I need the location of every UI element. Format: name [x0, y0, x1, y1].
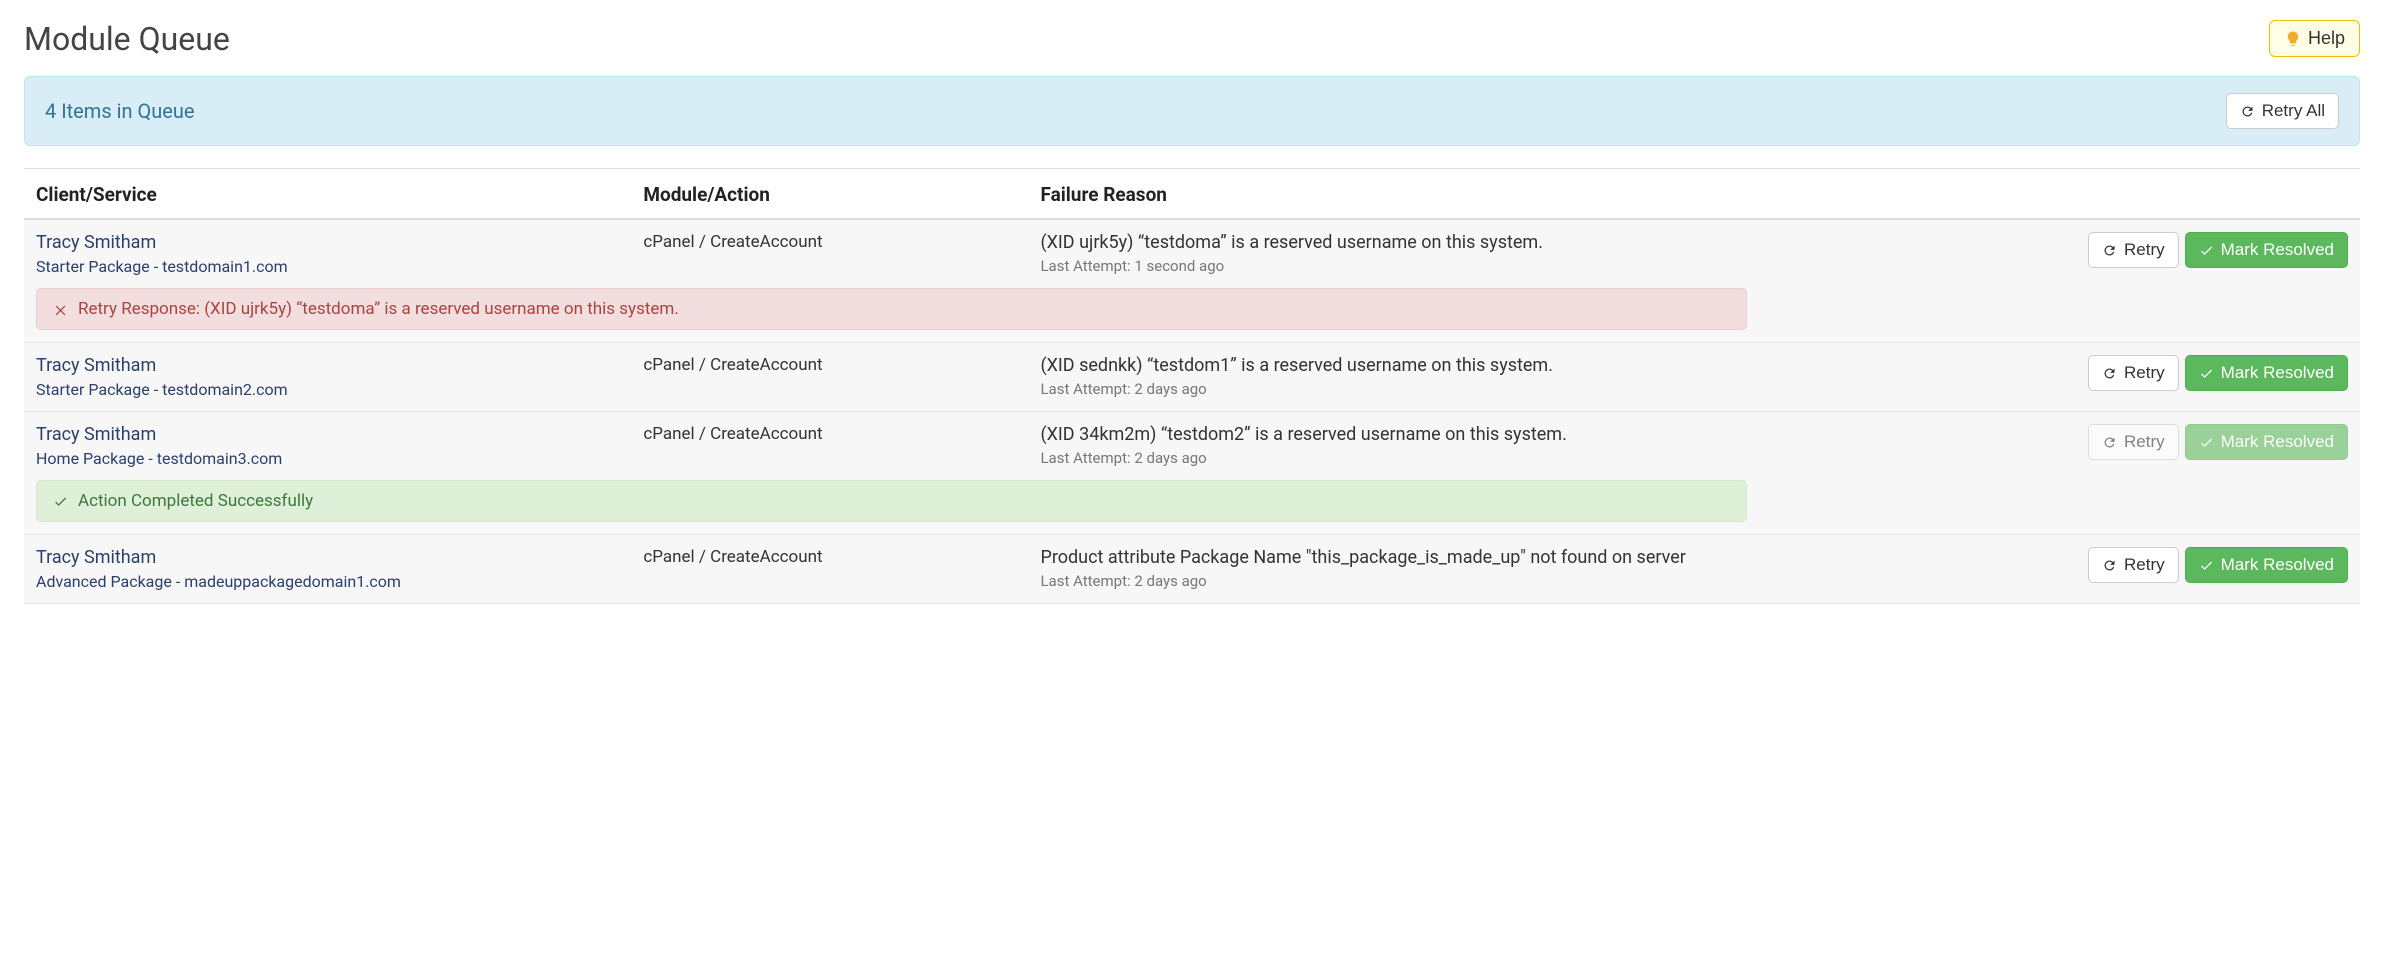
- refresh-icon: [2102, 435, 2117, 450]
- last-attempt: Last Attempt: 2 days ago: [1040, 572, 1927, 590]
- mark-resolved-button[interactable]: Mark Resolved: [2185, 232, 2348, 268]
- client-name-link[interactable]: Tracy Smitham: [36, 547, 619, 568]
- failure-reason: (XID ujrk5y) “testdoma” is a reserved us…: [1040, 232, 1927, 253]
- queue-summary-bar: 4 Items in Queue Retry All: [24, 76, 2360, 146]
- check-icon: [2199, 366, 2214, 381]
- mark-resolved-label: Mark Resolved: [2221, 363, 2334, 383]
- mark-resolved-button: Mark Resolved: [2185, 424, 2348, 460]
- mark-resolved-label: Mark Resolved: [2221, 555, 2334, 575]
- check-icon: [2199, 243, 2214, 258]
- last-attempt: Last Attempt: 2 days ago: [1040, 380, 1927, 398]
- refresh-icon: [2102, 558, 2117, 573]
- error-message: Retry Response: (XID ujrk5y) “testdoma” …: [36, 288, 1747, 330]
- client-name-link[interactable]: Tracy Smitham: [36, 355, 619, 376]
- retry-all-button[interactable]: Retry All: [2226, 93, 2339, 129]
- service-line[interactable]: Starter Package - testdomain1.com: [36, 257, 619, 276]
- message-row: Retry Response: (XID ujrk5y) “testdoma” …: [24, 288, 2360, 343]
- queue-count: 4 Items in Queue: [45, 99, 195, 123]
- check-icon: [2199, 558, 2214, 573]
- refresh-icon: [2102, 366, 2117, 381]
- client-name-link[interactable]: Tracy Smitham: [36, 424, 619, 445]
- mark-resolved-button[interactable]: Mark Resolved: [2185, 547, 2348, 583]
- retry-button: Retry: [2088, 424, 2179, 460]
- service-line[interactable]: Advanced Package - madeuppackagedomain1.…: [36, 572, 619, 591]
- retry-all-label: Retry All: [2262, 101, 2325, 121]
- message-text: Retry Response: (XID ujrk5y) “testdoma” …: [78, 299, 679, 319]
- page-title: Module Queue: [24, 20, 230, 58]
- retry-label: Retry: [2124, 240, 2165, 260]
- last-attempt: Last Attempt: 2 days ago: [1040, 449, 1927, 467]
- refresh-icon: [2240, 104, 2255, 119]
- module-action: cPanel / CreateAccount: [631, 412, 1028, 481]
- retry-label: Retry: [2124, 363, 2165, 383]
- table-row: Tracy Smitham Advanced Package - madeuppa…: [24, 535, 2360, 604]
- success-message: Action Completed Successfully: [36, 480, 1747, 522]
- module-action: cPanel / CreateAccount: [631, 343, 1028, 412]
- failure-reason: (XID sednkk) “testdom1” is a reserved us…: [1040, 355, 1927, 376]
- retry-button[interactable]: Retry: [2088, 355, 2179, 391]
- retry-label: Retry: [2124, 555, 2165, 575]
- check-icon: [2199, 435, 2214, 450]
- module-action: cPanel / CreateAccount: [631, 535, 1028, 604]
- close-icon: [53, 302, 68, 317]
- message-row: Action Completed Successfully: [24, 480, 2360, 535]
- mark-resolved-label: Mark Resolved: [2221, 432, 2334, 452]
- table-row: Tracy Smitham Home Package - testdomain3.…: [24, 412, 2360, 481]
- message-text: Action Completed Successfully: [78, 491, 313, 511]
- queue-table: Client/Service Module/Action Failure Rea…: [24, 169, 2360, 604]
- lightbulb-icon: [2284, 30, 2302, 48]
- col-reason: Failure Reason: [1028, 169, 1939, 219]
- last-attempt: Last Attempt: 1 second ago: [1040, 257, 1927, 275]
- col-module: Module/Action: [631, 169, 1028, 219]
- module-action: cPanel / CreateAccount: [631, 219, 1028, 288]
- help-label: Help: [2308, 28, 2345, 49]
- service-line[interactable]: Starter Package - testdomain2.com: [36, 380, 619, 399]
- check-icon: [53, 494, 68, 509]
- col-client: Client/Service: [24, 169, 631, 219]
- client-name-link[interactable]: Tracy Smitham: [36, 232, 619, 253]
- service-line[interactable]: Home Package - testdomain3.com: [36, 449, 619, 468]
- mark-resolved-button[interactable]: Mark Resolved: [2185, 355, 2348, 391]
- failure-reason: (XID 34km2m) “testdom2” is a reserved us…: [1040, 424, 1927, 445]
- refresh-icon: [2102, 243, 2117, 258]
- mark-resolved-label: Mark Resolved: [2221, 240, 2334, 260]
- retry-button[interactable]: Retry: [2088, 547, 2179, 583]
- retry-button[interactable]: Retry: [2088, 232, 2179, 268]
- failure-reason: Product attribute Package Name "this_pac…: [1040, 547, 1927, 568]
- table-row: Tracy Smitham Starter Package - testdomai…: [24, 219, 2360, 288]
- table-row: Tracy Smitham Starter Package - testdomai…: [24, 343, 2360, 412]
- help-button[interactable]: Help: [2269, 20, 2360, 57]
- retry-label: Retry: [2124, 432, 2165, 452]
